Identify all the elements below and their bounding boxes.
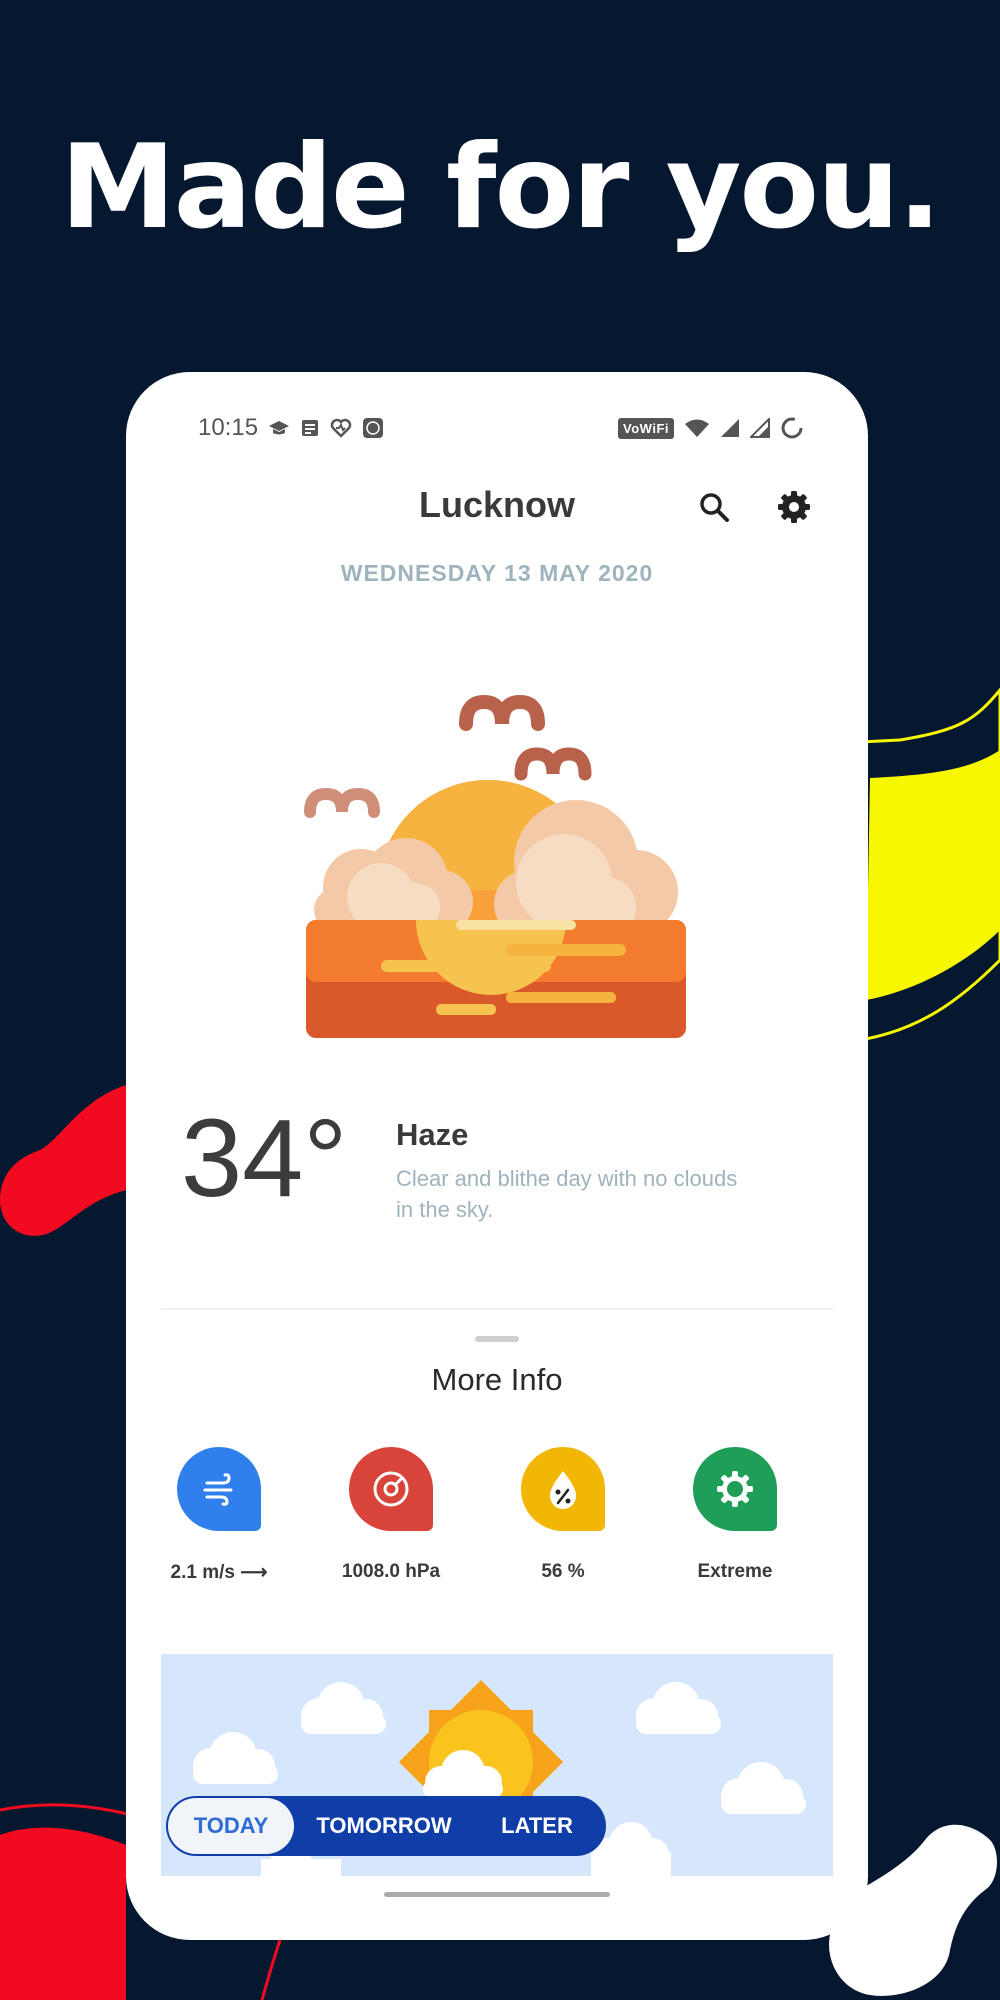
uv-badge — [693, 1447, 777, 1531]
more-info-title: More Info — [431, 1362, 563, 1397]
condition-block: Haze Clear and blithe day with no clouds… — [396, 1117, 756, 1225]
forecast-tabs: TODAY TOMORROW LATER — [166, 1796, 606, 1856]
pressure-gauge-icon — [373, 1471, 409, 1507]
phone-screen: 10:15 VoWiFi Lucknow WEDNESDAY 13 MAY 20… — [126, 372, 868, 1940]
uv-sun-icon — [717, 1471, 753, 1507]
tab-tomorrow[interactable]: TOMORROW — [294, 1798, 474, 1854]
status-bar: 10:15 VoWiFi — [198, 412, 804, 444]
date-label: WEDNESDAY 13 MAY 2020 — [340, 560, 654, 586]
vowifi-badge: VoWiFi — [618, 417, 674, 439]
signal-icon — [750, 418, 770, 438]
wind-stat[interactable]: 2.1 m/s ⟶ — [133, 1447, 305, 1584]
headline: Made for you. — [60, 120, 942, 255]
gear-icon — [778, 491, 810, 523]
uv-value: Extreme — [697, 1561, 773, 1582]
drag-handle[interactable] — [475, 1336, 519, 1342]
humidity-badge — [521, 1447, 605, 1531]
app-icon — [362, 417, 384, 439]
home-indicator[interactable] — [384, 1892, 610, 1897]
search-icon — [700, 493, 729, 522]
wifi-icon — [684, 418, 710, 438]
status-time: 10:15 — [198, 414, 259, 441]
pressure-value: 1008.0 hPa — [341, 1561, 441, 1582]
document-icon — [300, 418, 320, 438]
divider — [161, 1308, 833, 1310]
wind-badge — [177, 1447, 261, 1531]
city-title: Lucknow — [418, 484, 575, 525]
graduation-cap-icon — [268, 419, 290, 437]
pressure-stat[interactable]: 1008.0 hPa — [305, 1447, 477, 1583]
uv-stat[interactable]: Extreme — [649, 1447, 821, 1583]
wind-icon — [203, 1473, 233, 1506]
search-button[interactable] — [689, 482, 739, 532]
tab-later[interactable]: LATER — [474, 1798, 600, 1854]
condition-description: Clear and blithe day with no clouds in t… — [396, 1166, 738, 1222]
condition-title: Haze — [396, 1117, 469, 1152]
sunset-haze-illustration — [304, 694, 686, 1038]
humidity-value: 56 % — [541, 1561, 585, 1582]
temperature: 34° — [181, 1097, 348, 1220]
humidity-stat[interactable]: 56 % — [477, 1447, 649, 1583]
app-header: Lucknow — [126, 472, 868, 542]
pressure-badge — [349, 1447, 433, 1531]
wind-value: 2.1 m/s ⟶ — [170, 1562, 268, 1583]
signal-icon — [720, 418, 740, 438]
heart-rate-icon — [330, 418, 352, 438]
tab-today[interactable]: TODAY — [168, 1798, 294, 1854]
battery-icon — [780, 416, 804, 440]
settings-button[interactable] — [769, 482, 819, 532]
humidity-drop-icon — [549, 1471, 577, 1509]
